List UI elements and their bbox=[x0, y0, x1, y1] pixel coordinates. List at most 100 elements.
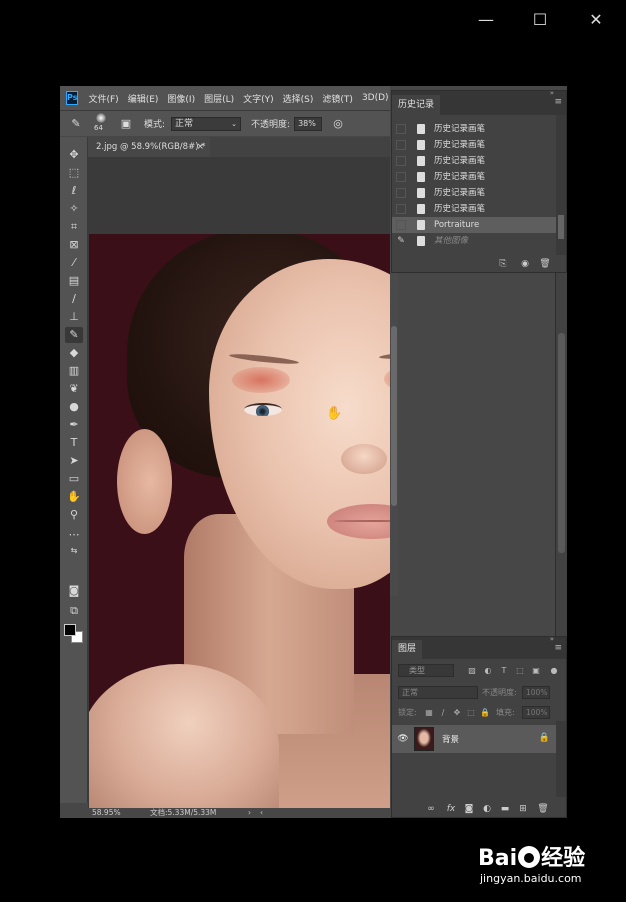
history-source-checkbox[interactable] bbox=[396, 188, 406, 198]
scroll-thumb[interactable] bbox=[391, 326, 397, 506]
new-document-from-state-icon[interactable]: ⎘ bbox=[496, 257, 510, 271]
shape-filter-icon[interactable]: ⬚ bbox=[514, 665, 526, 677]
history-source-checkbox[interactable] bbox=[396, 140, 406, 150]
crop-tool-icon[interactable]: ⌗ bbox=[65, 219, 83, 235]
add-mask-icon[interactable]: ◙ bbox=[462, 802, 476, 816]
layers-scrollbar[interactable] bbox=[556, 721, 566, 797]
more-tools-icon[interactable]: ⋯ bbox=[65, 527, 83, 543]
panel-menu-icon[interactable]: ≡ bbox=[554, 97, 562, 107]
pen-tool-icon[interactable]: ✒ bbox=[65, 417, 83, 433]
layer-row[interactable]: 👁 背景 🔒 bbox=[392, 725, 556, 753]
lock-pixels-icon[interactable]: ∕ bbox=[438, 707, 448, 719]
collapse-icon[interactable]: » bbox=[550, 635, 554, 643]
brush-tool-icon[interactable]: ∕ bbox=[65, 291, 83, 307]
pixel-filter-icon[interactable]: ▨ bbox=[466, 665, 478, 677]
eye-icon[interactable]: 👁 bbox=[397, 733, 409, 745]
layers-panel-tab[interactable]: 图层 bbox=[392, 640, 423, 659]
zoom-level[interactable]: 58.95% bbox=[92, 808, 121, 818]
menu-type[interactable]: 文字(Y) bbox=[243, 92, 274, 105]
lock-position-icon[interactable]: ✥ bbox=[452, 707, 462, 719]
healing-brush-tool-icon[interactable]: ▤ bbox=[65, 273, 83, 289]
eyedropper-tool-icon[interactable]: ⁄ bbox=[65, 255, 83, 271]
brush-settings-icon[interactable]: ▣ bbox=[118, 116, 134, 132]
scroll-thumb[interactable] bbox=[558, 333, 565, 553]
brush-size-picker[interactable]: 64 bbox=[92, 112, 110, 135]
history-source-checkbox[interactable] bbox=[396, 172, 406, 182]
menu-file[interactable]: 文件(F) bbox=[88, 92, 118, 105]
adjustment-filter-icon[interactable]: ◐ bbox=[482, 665, 494, 677]
path-selection-tool-icon[interactable]: ➤ bbox=[65, 453, 83, 469]
history-source-checkbox[interactable] bbox=[396, 156, 406, 166]
lock-transparent-icon[interactable]: ▦ bbox=[424, 707, 434, 719]
scroll-thumb[interactable] bbox=[558, 215, 564, 239]
trash-icon[interactable]: 🗑 bbox=[538, 257, 552, 271]
window-maximize-button[interactable]: ☐ bbox=[530, 10, 550, 30]
smart-object-filter-icon[interactable]: ▣ bbox=[530, 665, 542, 677]
blend-mode-select[interactable]: 正常 bbox=[398, 686, 478, 699]
history-item[interactable]: 历史记录画笔 bbox=[392, 137, 556, 153]
window-close-button[interactable]: ✕ bbox=[586, 10, 606, 30]
history-item[interactable]: 历史记录画笔 bbox=[392, 169, 556, 185]
status-arrow-right-icon[interactable]: › bbox=[248, 808, 251, 818]
menu-select[interactable]: 选择(S) bbox=[283, 92, 314, 105]
history-panel-tab[interactable]: 历史记录 bbox=[392, 95, 441, 115]
status-arrow-left-icon[interactable]: ‹ bbox=[260, 808, 263, 818]
opacity-input[interactable]: 38% bbox=[294, 116, 323, 131]
menu-edit[interactable]: 编辑(E) bbox=[128, 92, 159, 105]
new-group-icon[interactable]: ▬ bbox=[498, 802, 512, 816]
collapse-icon[interactable]: » bbox=[550, 89, 554, 97]
history-item[interactable]: 历史记录画笔 bbox=[392, 185, 556, 201]
rectangle-tool-icon[interactable]: ▭ bbox=[65, 471, 83, 487]
history-item-selected[interactable]: Portraiture bbox=[392, 217, 556, 233]
link-layers-icon[interactable]: ∞ bbox=[424, 802, 438, 816]
menu-image[interactable]: 图像(I) bbox=[167, 92, 195, 105]
history-brush-preset-icon[interactable]: ✎ bbox=[68, 116, 84, 132]
swap-colors-icon[interactable]: ⇆ bbox=[65, 543, 83, 559]
canvas-area[interactable]: ✋ bbox=[88, 157, 390, 808]
filter-toggle-icon[interactable]: ● bbox=[548, 665, 560, 677]
camera-snapshot-icon[interactable]: ◉ bbox=[518, 257, 532, 271]
document-tab[interactable]: 2.jpg @ 58.9%(RGB/8#) * × bbox=[88, 137, 210, 157]
eraser-tool-icon[interactable]: ◆ bbox=[65, 345, 83, 361]
history-item[interactable]: ✎ 其他图像 bbox=[392, 233, 556, 249]
fill-input[interactable]: 100% bbox=[522, 706, 550, 719]
move-tool-icon[interactable]: ✥ bbox=[65, 147, 83, 163]
history-scrollbar[interactable] bbox=[556, 115, 566, 255]
history-brush-source-icon[interactable]: ✎ bbox=[396, 236, 406, 246]
history-item[interactable]: 历史记录画笔 bbox=[392, 121, 556, 137]
menu-layer[interactable]: 图层(L) bbox=[204, 92, 234, 105]
quick-mask-icon[interactable]: ◙ bbox=[65, 583, 83, 599]
new-layer-icon[interactable]: ⊞ bbox=[516, 802, 530, 816]
history-item[interactable]: 历史记录画笔 bbox=[392, 153, 556, 169]
adjustment-layer-icon[interactable]: ◐ bbox=[480, 802, 494, 816]
type-filter-icon[interactable]: T bbox=[498, 665, 510, 677]
history-item[interactable]: 历史记录画笔 bbox=[392, 201, 556, 217]
layer-kind-filter[interactable]: 类型 bbox=[398, 664, 454, 677]
trash-icon[interactable]: 🗑 bbox=[536, 802, 550, 816]
lock-all-icon[interactable]: 🔒 bbox=[480, 707, 490, 719]
lasso-tool-icon[interactable]: ℓ bbox=[65, 183, 83, 199]
screen-mode-icon[interactable]: ⧉ bbox=[65, 603, 83, 619]
pressure-opacity-icon[interactable]: ◎ bbox=[330, 116, 346, 132]
gradient-tool-icon[interactable]: ▥ bbox=[65, 363, 83, 379]
frame-tool-icon[interactable]: ⊠ bbox=[65, 237, 83, 253]
layer-style-icon[interactable]: fx bbox=[444, 802, 458, 816]
canvas-vertical-scrollbar[interactable] bbox=[390, 246, 398, 596]
marquee-tool-icon[interactable]: ⬚ bbox=[65, 165, 83, 181]
menu-filter[interactable]: 滤镜(T) bbox=[322, 92, 353, 105]
clone-stamp-tool-icon[interactable]: ⊥ bbox=[65, 309, 83, 325]
window-minimize-button[interactable]: — bbox=[476, 10, 496, 30]
blur-tool-icon[interactable]: ❦ bbox=[65, 381, 83, 397]
history-source-checkbox[interactable] bbox=[396, 220, 406, 230]
zoom-tool-icon[interactable]: ⚲ bbox=[65, 507, 83, 523]
history-brush-tool-icon[interactable]: ✎ bbox=[65, 327, 83, 343]
dodge-tool-icon[interactable]: ● bbox=[65, 399, 83, 415]
lock-icon[interactable]: 🔒 bbox=[539, 733, 550, 743]
history-source-checkbox[interactable] bbox=[396, 204, 406, 214]
layer-opacity-input[interactable]: 100% bbox=[522, 686, 550, 699]
type-tool-icon[interactable]: T bbox=[65, 435, 83, 451]
foreground-color-swatch[interactable] bbox=[64, 624, 76, 636]
lock-artboard-icon[interactable]: ⬚ bbox=[466, 707, 476, 719]
portrait-photo[interactable]: ✋ bbox=[89, 234, 390, 808]
panel-menu-icon[interactable]: ≡ bbox=[554, 643, 562, 653]
